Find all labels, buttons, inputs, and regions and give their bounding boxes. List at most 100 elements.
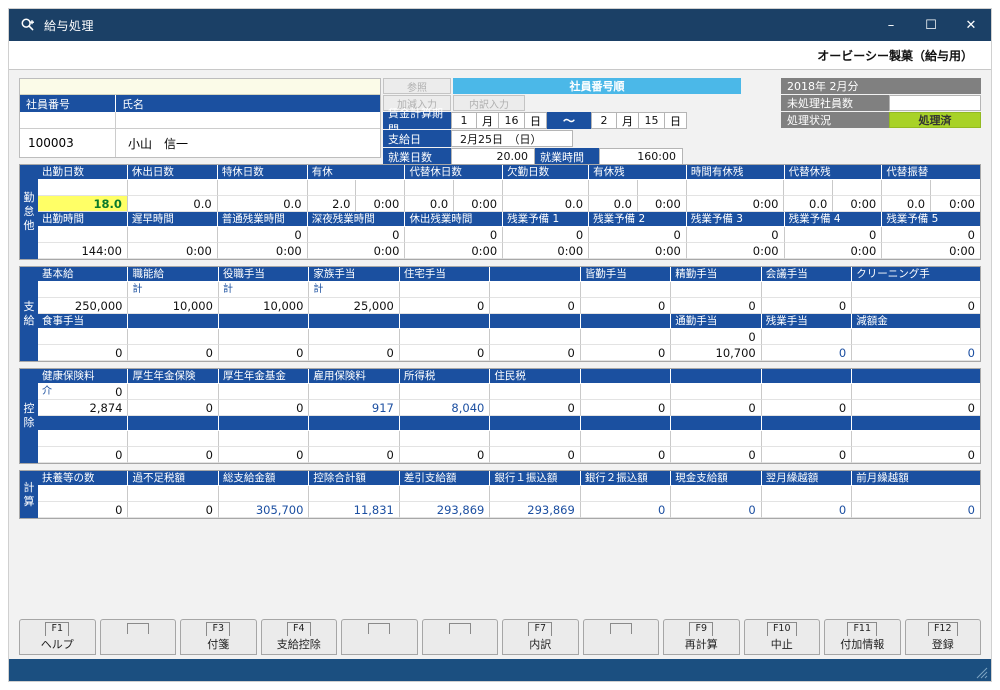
attendance-value-1-2[interactable]: 0.0 xyxy=(217,196,308,212)
attendance-upper-2-7[interactable]: 0 xyxy=(686,227,785,243)
deduction-value-1-0[interactable]: 2,874 xyxy=(38,400,129,416)
attendance-value-2-4[interactable]: 0:00 xyxy=(405,243,504,259)
payment-upper-2-1[interactable] xyxy=(128,329,219,345)
minimize-button[interactable]: – xyxy=(871,9,911,41)
payment-upper-2-8[interactable] xyxy=(761,329,853,345)
deduction-value-1-8[interactable]: 0 xyxy=(761,400,853,416)
payment-upper-2-2[interactable] xyxy=(218,329,310,345)
fkey-f4-button[interactable]: F4 支給控除 xyxy=(260,619,337,655)
attendance-value-2-9[interactable]: 0:00 xyxy=(882,243,980,259)
calculation-value-6[interactable]: 0 xyxy=(580,502,672,518)
payment-value-1-3[interactable]: 25,000 xyxy=(309,298,400,314)
fkey-empty-4[interactable] xyxy=(341,619,418,655)
deduction-value-1-2[interactable]: 0 xyxy=(218,400,310,416)
attendance-upper-2-8[interactable]: 0 xyxy=(784,227,883,243)
deduction-value-2-4[interactable]: 0 xyxy=(399,447,491,463)
payment-upper-2-7[interactable]: 0 xyxy=(671,329,762,345)
payment-value-2-4[interactable]: 0 xyxy=(399,345,491,361)
attendance-value-1-12[interactable]: 0:00 xyxy=(833,196,883,212)
to-month-input[interactable]: 2 xyxy=(591,112,617,129)
calculation-value-0[interactable]: 0 xyxy=(38,502,129,518)
attendance-value-1-3[interactable]: 2.0 xyxy=(307,196,357,212)
resize-grip-icon[interactable] xyxy=(976,667,988,679)
payment-value-1-9[interactable]: 0 xyxy=(852,298,980,314)
deduction-value-2-3[interactable]: 0 xyxy=(309,447,400,463)
attendance-value-1-0[interactable]: 18.0 xyxy=(38,196,128,212)
payment-value-2-9[interactable]: 0 xyxy=(852,345,980,361)
attendance-value-1-9[interactable]: 0:00 xyxy=(637,196,687,212)
fkey-empty-5[interactable] xyxy=(421,619,498,655)
attendance-upper-2-9[interactable]: 0 xyxy=(882,227,980,243)
payment-value-1-2[interactable]: 10,000 xyxy=(218,298,310,314)
payment-value-2-1[interactable]: 0 xyxy=(128,345,219,361)
payment-upper-2-9[interactable] xyxy=(852,329,980,345)
payment-value-1-0[interactable]: 250,000 xyxy=(38,298,129,314)
calculation-value-5[interactable]: 293,869 xyxy=(490,502,581,518)
attendance-upper-2-6[interactable]: 0 xyxy=(589,227,687,243)
fkey-empty-7[interactable] xyxy=(582,619,659,655)
uchiwake-input-button[interactable]: 内訳入力 xyxy=(453,95,525,111)
attendance-value-2-6[interactable]: 0:00 xyxy=(589,243,687,259)
deduction-value-2-7[interactable]: 0 xyxy=(671,447,762,463)
deduction-value-2-5[interactable]: 0 xyxy=(490,447,581,463)
payment-value-2-2[interactable]: 0 xyxy=(218,345,310,361)
attendance-value-1-6[interactable]: 0:00 xyxy=(454,196,504,212)
attendance-value-1-7[interactable]: 0.0 xyxy=(503,196,590,212)
fkey-f3-button[interactable]: F3 付箋 xyxy=(180,619,257,655)
payment-value-1-4[interactable]: 0 xyxy=(399,298,491,314)
payment-upper-2-4[interactable] xyxy=(399,329,491,345)
attendance-upper-2-1[interactable] xyxy=(127,227,218,243)
payment-value-1-7[interactable]: 0 xyxy=(671,298,762,314)
attendance-value-2-3[interactable]: 0:00 xyxy=(307,243,406,259)
attendance-value-2-5[interactable]: 0:00 xyxy=(503,243,590,259)
payment-value-2-8[interactable]: 0 xyxy=(761,345,853,361)
attendance-value-1-10[interactable]: 0:00 xyxy=(686,196,785,212)
worktime-value[interactable]: 160:00 xyxy=(599,148,683,165)
deduction-value-1-9[interactable]: 0 xyxy=(852,400,980,416)
attendance-value-2-7[interactable]: 0:00 xyxy=(686,243,785,259)
attendance-value-2-1[interactable]: 0:00 xyxy=(127,243,218,259)
deduction-tag-1-0[interactable]: 0介 xyxy=(38,384,129,400)
calculation-value-1[interactable]: 0 xyxy=(128,502,219,518)
calculation-value-9[interactable]: 0 xyxy=(852,502,980,518)
fkey-f11-button[interactable]: F11 付加情報 xyxy=(824,619,901,655)
employee-number-field[interactable]: 100003 xyxy=(20,129,116,157)
deduction-value-2-8[interactable]: 0 xyxy=(761,447,853,463)
payment-upper-2-3[interactable] xyxy=(309,329,400,345)
fkey-f7-button[interactable]: F7 内訳 xyxy=(502,619,579,655)
attendance-upper-2-3[interactable]: 0 xyxy=(307,227,406,243)
workdays-value[interactable]: 20.00 xyxy=(451,148,535,165)
attendance-value-1-14[interactable]: 0:00 xyxy=(931,196,980,212)
attendance-value-1-13[interactable]: 0.0 xyxy=(882,196,932,212)
attendance-value-2-0[interactable]: 144:00 xyxy=(38,243,128,259)
employee-name-field[interactable]: 小山 信一 xyxy=(116,135,380,152)
attendance-value-1-8[interactable]: 0.0 xyxy=(589,196,638,212)
attendance-upper-2-2[interactable]: 0 xyxy=(217,227,308,243)
payment-value-1-5[interactable]: 0 xyxy=(490,298,581,314)
payment-value-1-6[interactable]: 0 xyxy=(580,298,672,314)
deduction-value-1-4[interactable]: 8,040 xyxy=(399,400,491,416)
calculation-value-2[interactable]: 305,700 xyxy=(218,502,310,518)
to-day-input[interactable]: 15 xyxy=(639,112,665,129)
calculation-value-4[interactable]: 293,869 xyxy=(399,502,491,518)
calculation-value-3[interactable]: 11,831 xyxy=(309,502,400,518)
fkey-f10-button[interactable]: F10 中止 xyxy=(743,619,820,655)
payment-value-1-1[interactable]: 10,000 xyxy=(128,298,219,314)
calculation-value-8[interactable]: 0 xyxy=(761,502,853,518)
attendance-upper-2-5[interactable]: 0 xyxy=(503,227,590,243)
payment-value-2-0[interactable]: 0 xyxy=(38,345,129,361)
payment-value-1-8[interactable]: 0 xyxy=(761,298,853,314)
payment-value-2-5[interactable]: 0 xyxy=(490,345,581,361)
deduction-value-1-5[interactable]: 0 xyxy=(490,400,581,416)
fkey-f12-button[interactable]: F12 登録 xyxy=(904,619,981,655)
attendance-value-2-2[interactable]: 0:00 xyxy=(217,243,308,259)
close-button[interactable]: ✕ xyxy=(951,9,991,41)
attendance-value-1-4[interactable]: 0:00 xyxy=(356,196,406,212)
attendance-value-2-8[interactable]: 0:00 xyxy=(784,243,883,259)
from-month-input[interactable]: 1 xyxy=(451,112,477,129)
fkey-f1-button[interactable]: F1 ヘルプ xyxy=(19,619,96,655)
payment-upper-2-0[interactable] xyxy=(38,329,129,345)
attendance-value-1-11[interactable]: 0.0 xyxy=(784,196,834,212)
payment-value-2-7[interactable]: 10,700 xyxy=(671,345,762,361)
deduction-value-1-6[interactable]: 0 xyxy=(580,400,672,416)
